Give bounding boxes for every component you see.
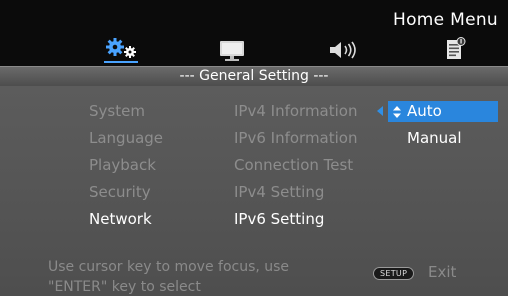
setup-button[interactable]: SETUP (373, 267, 415, 280)
category-item-playback[interactable]: Playback (89, 156, 163, 183)
option-highlight[interactable] (388, 101, 498, 122)
left-arrow-icon (377, 106, 383, 116)
category-item-security[interactable]: Security (89, 183, 163, 210)
option-manual[interactable]: Manual (407, 129, 462, 147)
exit-label[interactable]: Exit (428, 263, 456, 281)
navigation-hint: Use cursor key to move focus, use "ENTER… (48, 259, 290, 295)
up-down-arrows-icon (393, 106, 401, 118)
submenu-item-connection-test[interactable]: Connection Test (234, 156, 358, 183)
home-menu-title: Home Menu (393, 10, 498, 30)
home-menu-screen: Home Menu --- General Setting --- System… (0, 0, 508, 296)
category-item-system[interactable]: System (89, 102, 163, 129)
display-monitor-icon[interactable] (219, 40, 245, 62)
category-list: System Language Playback Security Networ… (89, 102, 163, 237)
submenu-item-ipv4-information[interactable]: IPv4 Information (234, 102, 358, 129)
settings-panel: System Language Playback Security Networ… (0, 86, 508, 296)
settings-gears-icon[interactable] (104, 37, 140, 63)
category-item-network[interactable]: Network (89, 210, 163, 237)
section-title: --- General Setting --- (179, 68, 329, 84)
submenu-item-ipv4-setting[interactable]: IPv4 Setting (234, 183, 358, 210)
option-auto[interactable]: Auto (407, 102, 442, 120)
category-item-language[interactable]: Language (89, 129, 163, 156)
top-bar: Home Menu (0, 0, 508, 74)
submenu-list: IPv4 Information IPv6 Information Connec… (234, 102, 358, 237)
info-document-icon[interactable] (446, 37, 466, 61)
section-header: --- General Setting --- (0, 66, 508, 86)
submenu-item-ipv6-information[interactable]: IPv6 Information (234, 129, 358, 156)
speaker-audio-icon[interactable] (329, 41, 363, 59)
submenu-item-ipv6-setting[interactable]: IPv6 Setting (234, 210, 358, 237)
selected-tab-underline (104, 61, 138, 63)
